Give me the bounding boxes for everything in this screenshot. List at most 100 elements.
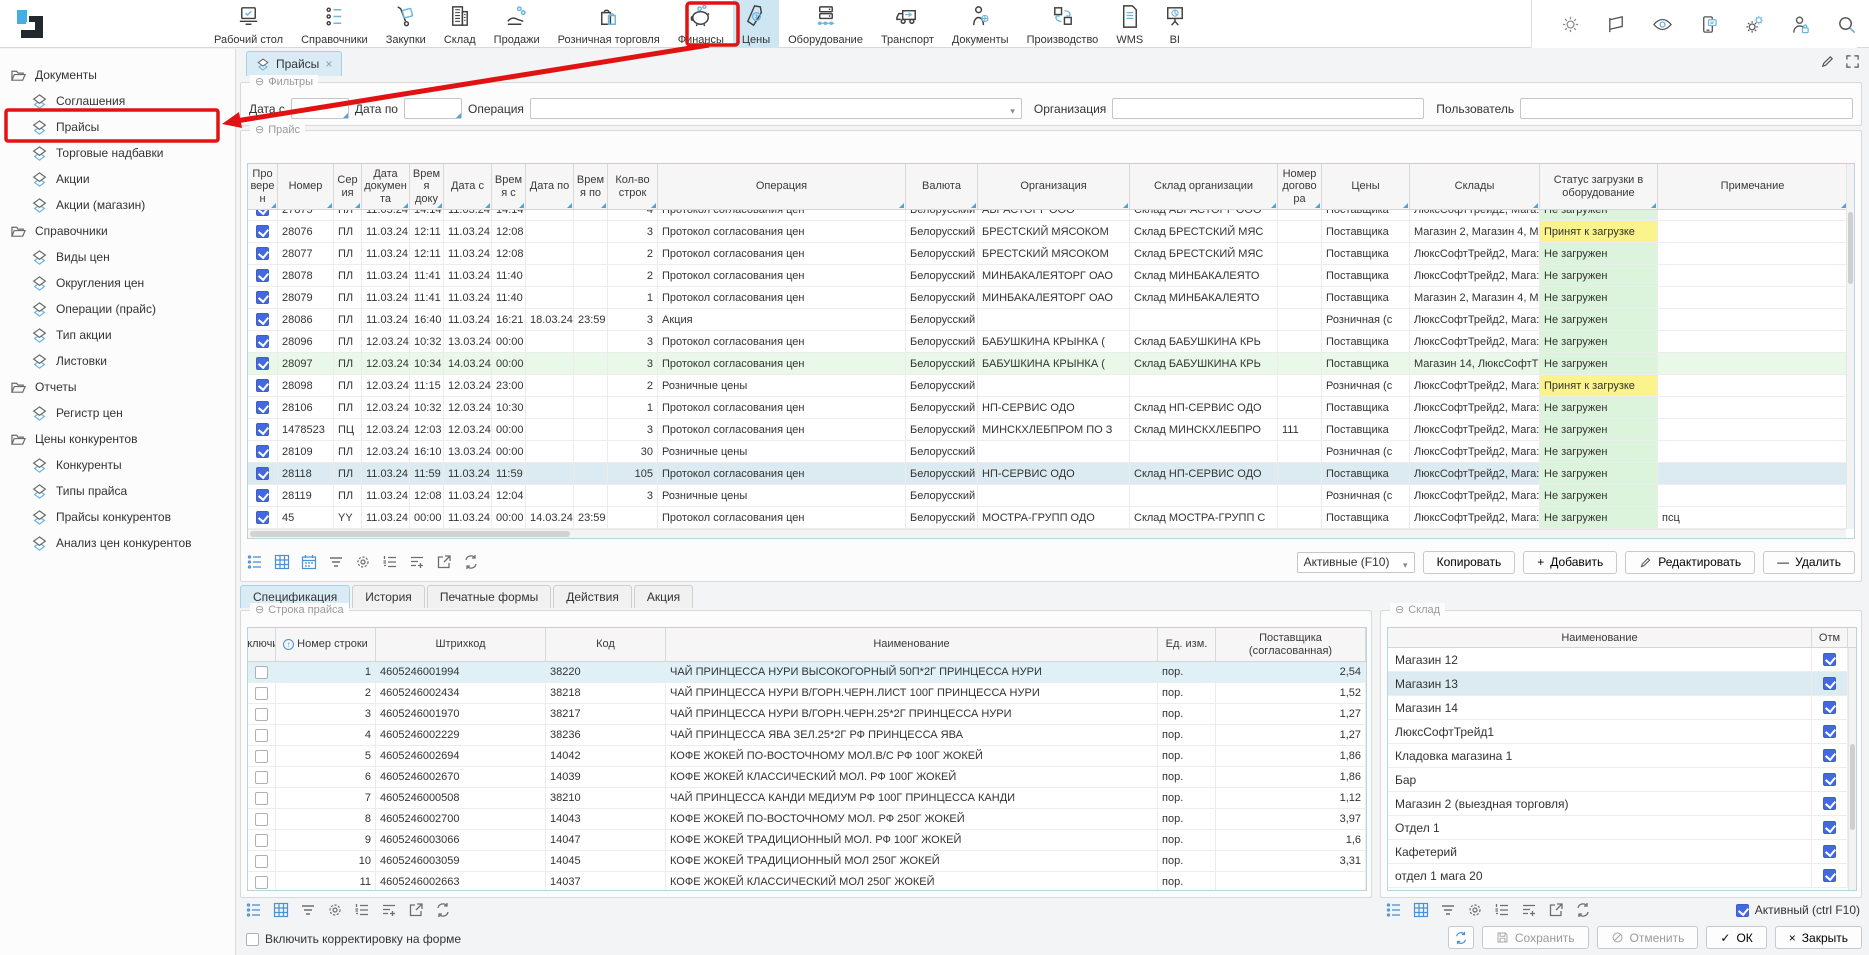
warehouse-row[interactable]: ЛюксСофтТрейд1 [1388,720,1856,744]
col-header[interactable]: Наименование [666,628,1158,661]
tab-actions[interactable]: Действия [553,585,632,608]
gear-icon[interactable] [327,902,343,918]
warehouse-row[interactable]: Кладовка магазина 1 [1388,744,1856,768]
warehouse-row[interactable]: Магазин 12 [1388,648,1856,672]
spec-row[interactable]: 8 4605246002700 14043 КОФЕ ЖОКЕЙ ПО-ВОСТ… [248,809,1366,830]
col-header[interactable]: Дата документа [362,164,410,209]
col-header[interactable]: Склад организации [1130,164,1278,209]
spec-row[interactable]: 4 4605246002229 38236 ЧАЙ ПРИНЦЕССА ЯВА … [248,725,1366,746]
price-row[interactable]: 28118 ПЛ 11.03.24 11:59 11.03.24 11:59 1… [248,463,1854,485]
tree-item[interactable]: Типы прайса [0,478,235,504]
filter-icon[interactable] [300,902,316,918]
operation-select[interactable]: ▾ [530,98,1022,119]
nav-item-prices[interactable]: Цены [733,0,779,48]
filter-icon[interactable] [1440,902,1456,918]
cancel-button[interactable]: Отменить [1597,926,1699,949]
col-header[interactable]: Поставщика (согласованная) [1216,628,1366,661]
col-header[interactable]: Время по [574,164,608,209]
delete-button[interactable]: —Удалить [1763,551,1855,574]
price-row[interactable]: 28096 ПЛ 12.03.24 10:32 13.03.24 00:00 3… [248,331,1854,353]
exclude-checkbox[interactable] [255,771,268,784]
open-external-icon[interactable] [436,554,452,570]
copy-button[interactable]: Копировать [1423,551,1516,574]
col-header[interactable]: Номер строки [276,628,376,661]
tree-item[interactable]: Документы [0,62,235,88]
row-checked-checkbox[interactable] [256,511,269,524]
user-input[interactable] [1520,98,1853,119]
tree-item[interactable]: Конкуренты [0,452,235,478]
tree-item[interactable]: Операции (прайс) [0,296,235,322]
spec-row[interactable]: 2 4605246002434 38218 ЧАЙ ПРИНЦЕССА НУРИ… [248,683,1366,704]
tree-item[interactable]: Цены конкурентов [0,426,235,452]
warehouse-row[interactable]: Отдел 1 [1388,816,1856,840]
tree-item[interactable]: Листовки [0,348,235,374]
col-header[interactable]: Примечание [1658,164,1848,209]
ok-button[interactable]: ✓ОК [1706,926,1766,949]
exclude-checkbox[interactable] [255,666,268,679]
close-button[interactable]: ×Закрыть [1775,926,1862,949]
row-checked-checkbox[interactable] [256,489,269,502]
warehouse-row[interactable]: Бар [1388,768,1856,792]
exclude-checkbox[interactable] [255,834,268,847]
exclude-checkbox[interactable] [255,729,268,742]
tree-item[interactable]: Виды цен [0,244,235,270]
tree-item[interactable]: Тип акции [0,322,235,348]
horizontal-scrollbar[interactable] [248,529,1846,538]
col-header[interactable]: Цены [1322,164,1410,209]
warehouse-row[interactable]: Кафетерий [1388,840,1856,864]
gear-icon[interactable] [1467,902,1483,918]
warehouse-checked-checkbox[interactable] [1823,701,1836,714]
col-header[interactable]: Номер договора [1278,164,1322,209]
col-header[interactable]: Кол-во строк [608,164,658,209]
open-external-icon[interactable] [408,902,424,918]
exclude-checkbox[interactable] [255,876,268,889]
warehouse-row[interactable]: Магазин 13 [1388,672,1856,696]
nav-item-production[interactable]: Производство [1018,0,1108,48]
settings-gears-icon[interactable] [1744,14,1765,35]
tree-item[interactable]: Регистр цен [0,400,235,426]
tab-close-icon[interactable]: × [325,57,332,71]
nav-item-finance[interactable]: Финансы [669,0,733,48]
exclude-checkbox[interactable] [255,813,268,826]
collapse-icon[interactable]: ⊖ [255,603,264,616]
active-flag-checkbox[interactable] [1736,904,1749,917]
price-row[interactable]: 28077 ПЛ 11.03.24 12:11 11.03.24 12:08 2… [248,243,1854,265]
organization-input[interactable] [1112,98,1424,119]
price-row[interactable]: 1478523 ПЦ 12.03.24 12:03 12.03.24 00:00… [248,419,1854,441]
col-header[interactable]: Дата с [444,164,492,209]
add-button[interactable]: +Добавить [1523,551,1617,574]
active-filter-select[interactable]: Активные (F10) ▾ [1297,552,1415,573]
price-row[interactable]: 28119 ПЛ 11.03.24 12:08 11.03.24 12:04 3… [248,485,1854,507]
col-header[interactable]: Серия [334,164,362,209]
price-row[interactable]: 45 YY 11.03.24 00:00 11.03.24 00:00 14.0… [248,507,1854,529]
tree-item[interactable]: Прайсы конкурентов [0,504,235,530]
refresh-icon[interactable] [1575,902,1591,918]
calendar-view-icon[interactable] [301,554,317,570]
tree-item[interactable]: Торговые надбавки [0,140,235,166]
warehouse-checked-checkbox[interactable] [1823,725,1836,738]
add-list-icon[interactable] [381,902,397,918]
row-checked-checkbox[interactable] [256,379,269,392]
collapse-icon[interactable]: ⊖ [255,123,264,136]
row-checked-checkbox[interactable] [256,357,269,370]
warehouse-checked-checkbox[interactable] [1823,749,1836,762]
row-checked-checkbox[interactable] [256,225,269,238]
tree-item[interactable]: Округления цен [0,270,235,296]
search-icon[interactable] [1836,14,1857,35]
spec-row[interactable]: 7 4605246000508 38210 ЧАЙ ПРИНЦЕССА КАНД… [248,788,1366,809]
col-header[interactable]: Время с [492,164,526,209]
spec-row[interactable]: 3 4605246001970 38217 ЧАЙ ПРИНЦЕССА НУРИ… [248,704,1366,725]
tree-item[interactable]: Акции [0,166,235,192]
tree-item[interactable]: Соглашения [0,88,235,114]
warehouse-checked-checkbox[interactable] [1823,821,1836,834]
add-list-icon[interactable] [409,554,425,570]
col-header[interactable]: Ед. изм. [1158,628,1216,661]
spec-row[interactable]: 11 4605246002663 14037 КОФЕ ЖОКЕЙ КЛАССИ… [248,872,1366,891]
row-checked-checkbox[interactable] [256,313,269,326]
nav-item-transport[interactable]: Транспорт [872,0,943,48]
grid-view-icon[interactable] [274,554,290,570]
mobile-message-icon[interactable] [1698,14,1719,35]
row-checked-checkbox[interactable] [256,445,269,458]
tree-item[interactable]: Отчеты [0,374,235,400]
nav-item-documents[interactable]: Документы [943,0,1018,48]
